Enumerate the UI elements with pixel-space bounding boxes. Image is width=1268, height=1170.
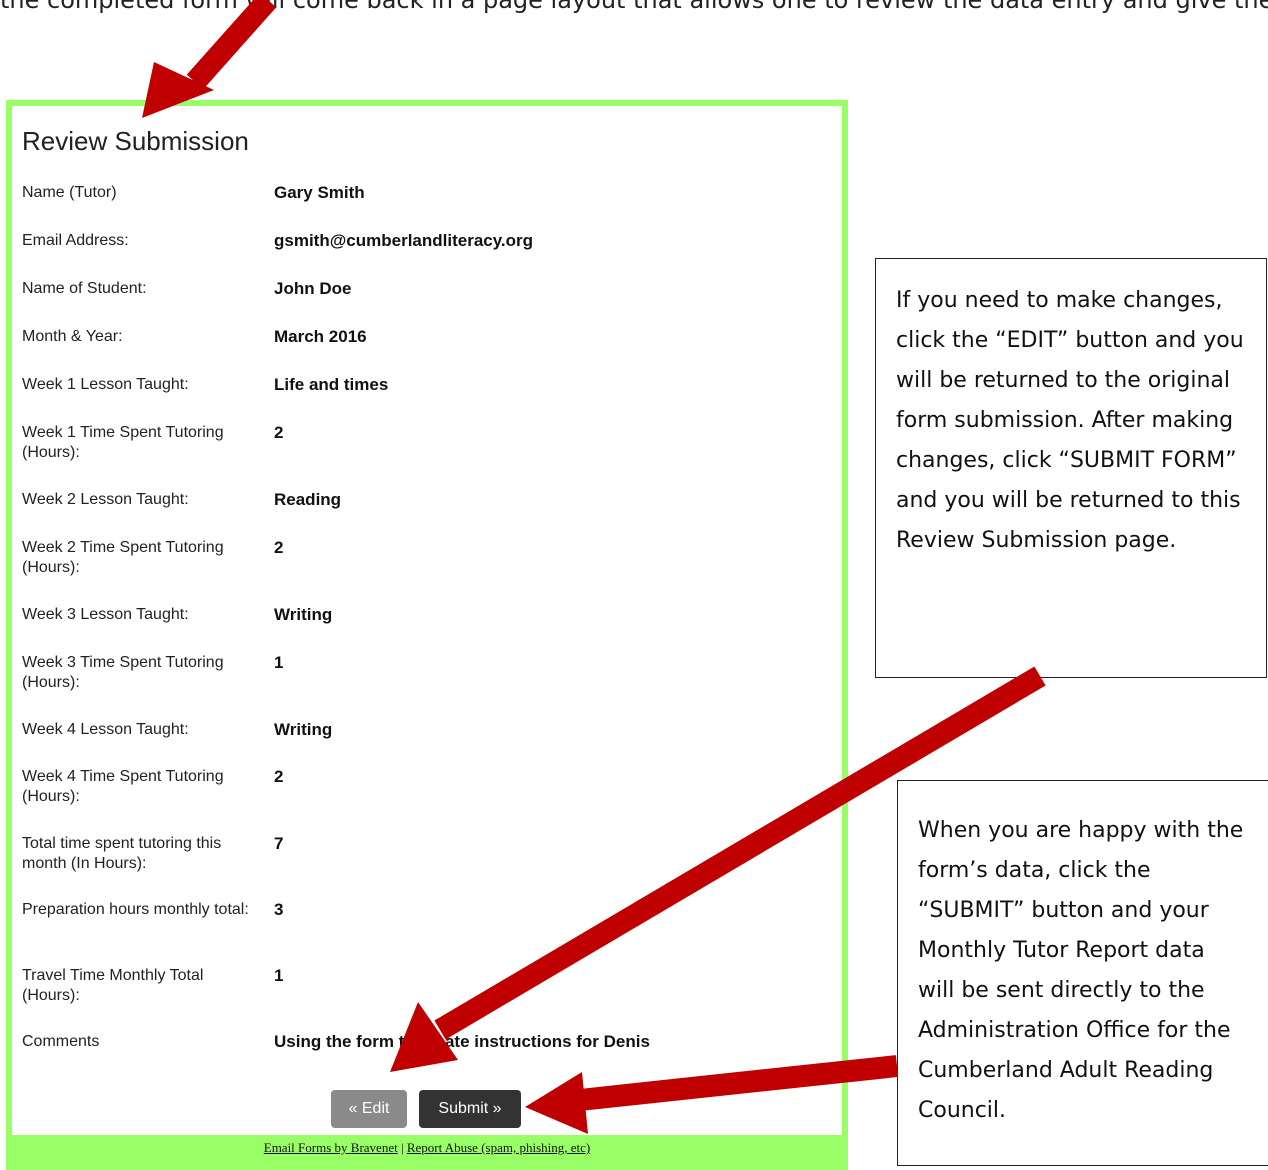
submit-instruction-callout: When you are happy with the form’s data,… [897, 780, 1268, 1166]
field-label: Week 4 Lesson Taught: [22, 721, 189, 738]
field-value: Life and times [274, 375, 389, 394]
field-label: Week 3 Lesson Taught: [22, 606, 189, 623]
field-label: Email Address: [22, 232, 129, 249]
field-label: Comments [22, 1033, 100, 1050]
field-label: Week 1 Lesson Taught: [22, 376, 189, 393]
field-label: Total time spent tutoring this month (In… [22, 835, 222, 872]
field-value: 2 [274, 538, 284, 557]
edit-instruction-callout: If you need to make changes, click the “… [875, 258, 1267, 678]
review-form-panel: Review Submission Name (Tutor) Gary Smit… [6, 100, 848, 1170]
field-label: Travel Time Monthly Total (Hours): [22, 967, 204, 1004]
field-label: Week 3 Time Spent Tutoring (Hours): [22, 654, 224, 691]
field-label: Name of Student: [22, 280, 147, 297]
field-value: 1 [274, 653, 284, 672]
field-value: 2 [274, 423, 284, 442]
instruction-text: the completed form will come back in a p… [0, 0, 1268, 14]
bravenet-link[interactable]: Email Forms by Bravenet [264, 1140, 398, 1155]
field-value: Writing [274, 605, 333, 624]
report-abuse-link[interactable]: Report Abuse (spam, phishing, etc) [407, 1140, 590, 1155]
footer-separator: | [400, 1140, 404, 1155]
footer-bar: Email Forms by Bravenet | Report Abuse (… [12, 1135, 842, 1164]
field-value: John Doe [274, 279, 352, 298]
field-label: Name (Tutor) [22, 184, 117, 201]
field-label: Week 1 Time Spent Tutoring (Hours): [22, 424, 224, 461]
field-value: Using the form to create instructions fo… [274, 1032, 650, 1051]
field-value: 1 [274, 966, 284, 985]
field-value: 3 [274, 900, 284, 919]
field-label: Week 2 Time Spent Tutoring (Hours): [22, 539, 224, 576]
field-label: Week 2 Lesson Taught: [22, 491, 189, 508]
field-label: Month & Year: [22, 328, 123, 345]
field-value: Gary Smith [274, 183, 365, 202]
field-value: Writing [274, 720, 333, 739]
submit-button[interactable]: Submit » [419, 1090, 521, 1128]
field-value: March 2016 [274, 327, 367, 346]
field-label: Preparation hours monthly total: [22, 901, 249, 918]
page-title: Review Submission [22, 126, 249, 156]
field-value: 2 [274, 767, 284, 786]
edit-button[interactable]: « Edit [331, 1090, 407, 1128]
field-value: Reading [274, 490, 342, 509]
field-value: 7 [274, 834, 284, 853]
field-value: gsmith@cumberlandliteracy.org [274, 231, 534, 250]
field-label: Week 4 Time Spent Tutoring (Hours): [22, 768, 224, 805]
